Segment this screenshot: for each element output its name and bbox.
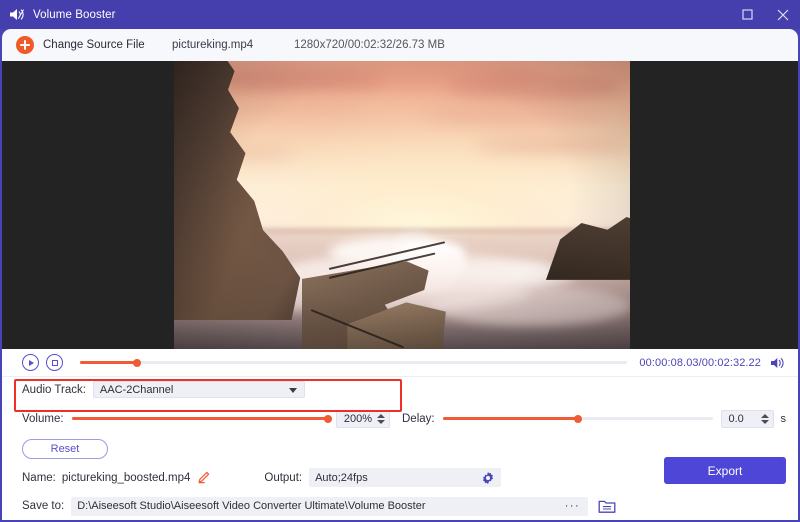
play-button[interactable] — [22, 354, 39, 371]
volume-stepper-arrows[interactable] — [377, 414, 385, 424]
audio-track-row: Audio Track: AAC-2Channel — [2, 377, 798, 402]
maximize-button[interactable] — [730, 0, 765, 29]
delay-stepper[interactable]: 0.0 — [721, 410, 774, 428]
delay-stepper-arrows[interactable] — [761, 414, 769, 424]
stepper-down-icon[interactable] — [377, 420, 385, 424]
output-settings-field[interactable]: Auto;24fps — [309, 468, 501, 487]
audio-track-value: AAC-2Channel — [100, 384, 173, 396]
delay-handle[interactable] — [574, 415, 582, 423]
volume-label: Volume: — [22, 413, 64, 425]
close-button[interactable] — [765, 0, 800, 29]
title-bar: Volume Booster — [0, 0, 800, 29]
seek-fill — [80, 361, 137, 364]
play-icon — [29, 360, 34, 366]
folder-icon[interactable] — [598, 498, 616, 514]
volume-stepper[interactable]: 200% — [336, 410, 390, 428]
delay-control: Delay: 0.0 s — [402, 410, 786, 428]
volume-control: Volume: 200% — [22, 410, 390, 428]
speaker-icon[interactable] — [770, 356, 786, 370]
output-file-name: pictureking_boosted.mp4 — [62, 472, 191, 484]
save-path-value: D:\Aiseesoft Studio\Aiseesoft Video Conv… — [77, 500, 425, 512]
stepper-down-icon[interactable] — [761, 420, 769, 424]
more-options-button[interactable]: ··· — [565, 501, 581, 512]
output-value: Auto;24fps — [315, 472, 368, 484]
volume-booster-window: Volume Booster Change Source File pictur… — [0, 0, 800, 522]
source-file-name: pictureking.mp4 — [172, 39, 253, 51]
save-path-field[interactable]: D:\Aiseesoft Studio\Aiseesoft Video Conv… — [71, 497, 588, 516]
pencil-icon[interactable] — [197, 471, 210, 484]
seek-slider[interactable] — [80, 356, 627, 370]
delay-label: Delay: — [402, 413, 435, 425]
delay-slider[interactable] — [443, 412, 713, 426]
volume-delay-row: Volume: 200% Delay: — [2, 402, 798, 435]
output-label: Output: — [264, 472, 302, 484]
save-to-label: Save to: — [22, 500, 64, 512]
window-controls — [730, 0, 800, 29]
chevron-down-icon — [289, 388, 297, 393]
time-code: 00:00:08.03/00:02:32.22 — [639, 357, 761, 369]
volume-fill — [72, 417, 328, 420]
audio-track-select[interactable]: AAC-2Channel — [93, 381, 305, 398]
export-button[interactable]: Export — [664, 457, 786, 484]
seek-track — [80, 361, 627, 364]
delay-unit: s — [781, 413, 787, 425]
change-source-file-button[interactable]: Change Source File — [43, 39, 145, 51]
volume-value: 200% — [344, 413, 372, 425]
stop-icon — [52, 360, 58, 366]
stepper-up-icon[interactable] — [377, 414, 385, 418]
source-file-meta: 1280x720/00:02:32/26.73 MB — [294, 39, 445, 51]
seek-handle[interactable] — [133, 359, 141, 367]
source-bar: Change Source File pictureking.mp4 1280x… — [2, 29, 798, 61]
delay-value: 0.0 — [729, 413, 756, 425]
volume-handle[interactable] — [324, 415, 332, 423]
plus-circle-icon[interactable] — [16, 36, 34, 54]
reset-button[interactable]: Reset — [22, 439, 108, 459]
save-to-row: Save to: D:\Aiseesoft Studio\Aiseesoft V… — [2, 492, 798, 520]
volume-icon — [9, 7, 26, 22]
vignette — [174, 61, 630, 349]
gear-icon[interactable] — [481, 471, 495, 485]
window-title: Volume Booster — [33, 9, 116, 21]
audio-track-label: Audio Track: — [22, 384, 86, 396]
video-frame — [174, 61, 630, 349]
stop-button[interactable] — [46, 354, 63, 371]
control-panel: 00:00:08.03/00:02:32.22 Audio Track: AAC… — [2, 349, 798, 520]
delay-fill — [443, 417, 578, 420]
video-preview[interactable] — [2, 61, 798, 349]
volume-slider[interactable] — [72, 412, 328, 426]
playback-bar: 00:00:08.03/00:02:32.22 — [2, 349, 798, 377]
stepper-up-icon[interactable] — [761, 414, 769, 418]
name-label: Name: — [22, 472, 56, 484]
